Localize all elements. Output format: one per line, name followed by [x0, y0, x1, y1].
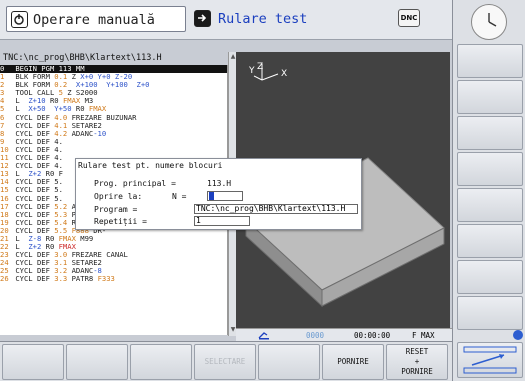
softkey-bar-switch[interactable]: [457, 342, 523, 378]
softkey-2[interactable]: [66, 344, 128, 380]
axis-label: Y: [248, 66, 255, 76]
program-path-field[interactable]: TNC:\nc_prog\BHB\Klartext\113.H: [194, 204, 358, 214]
test-run-block-dialog: Rulare test pt. numere blocuri Prog. pri…: [75, 158, 362, 230]
vertical-softkey-2[interactable]: [457, 80, 523, 114]
stop-at-label: Oprire la:: [94, 192, 143, 201]
svg-text:Z: Z: [257, 62, 263, 72]
vertical-softkey-8[interactable]: [457, 296, 523, 330]
stop-block-value: [209, 192, 214, 200]
tab-manual-label: Operare manuală: [33, 12, 155, 28]
tab-test-label: Rulare test: [218, 11, 308, 27]
vertical-softkey-4[interactable]: [457, 152, 523, 186]
info-icon[interactable]: [513, 330, 523, 340]
tab-test-run[interactable]: Rulare test: [190, 6, 390, 32]
softkey-row-switch-icon: [463, 346, 517, 374]
program-path: TNC:\nc_prog\BHB\Klartext\113.H: [3, 53, 162, 63]
repetitions-field[interactable]: 1: [194, 216, 250, 226]
program-line[interactable]: 26 CYCL DEF 3.3 PATR8 F333: [0, 275, 227, 283]
main-program-value: 113.H: [207, 179, 232, 188]
main-program-label: Prog. principal =: [94, 179, 176, 188]
vertical-softkey-5[interactable]: [457, 188, 523, 222]
vertical-softkey-6[interactable]: [457, 224, 523, 258]
vertical-softkey-7[interactable]: [457, 260, 523, 294]
clock-icon: [471, 4, 507, 40]
softkey-1[interactable]: [2, 344, 64, 380]
program-label: Program =: [94, 205, 138, 214]
repetitions-label: Repetiții =: [94, 217, 147, 226]
start-softkey[interactable]: PORNIRE: [322, 344, 384, 380]
tab-manual-operation[interactable]: Operare manuală: [6, 6, 186, 32]
stop-block-field[interactable]: [207, 191, 243, 201]
softkey-bar: SELECTARE PORNIRE RESET + PORNIRE: [0, 341, 452, 381]
svg-text:X: X: [281, 69, 287, 79]
test-run-icon: [194, 10, 211, 27]
select-softkey[interactable]: SELECTARE: [194, 344, 256, 380]
status-bar: 0000 00:00:00 F MAX: [236, 328, 452, 341]
vertical-softkey-1[interactable]: [457, 44, 523, 78]
dnc-icon: DNC: [398, 9, 420, 27]
softkey-5[interactable]: [258, 344, 320, 380]
power-icon: [11, 11, 28, 28]
vertical-softkey-3[interactable]: [457, 116, 523, 150]
stop-n-label: N =: [172, 192, 187, 201]
vertical-softkey-panel: [452, 0, 525, 381]
softkey-3[interactable]: [130, 344, 192, 380]
dialog-title: Rulare test pt. numere blocuri: [78, 161, 223, 170]
mode-header: Operare manuală Rulare test DNC: [0, 0, 452, 40]
reset-start-softkey[interactable]: RESET + PORNIRE: [386, 344, 448, 380]
